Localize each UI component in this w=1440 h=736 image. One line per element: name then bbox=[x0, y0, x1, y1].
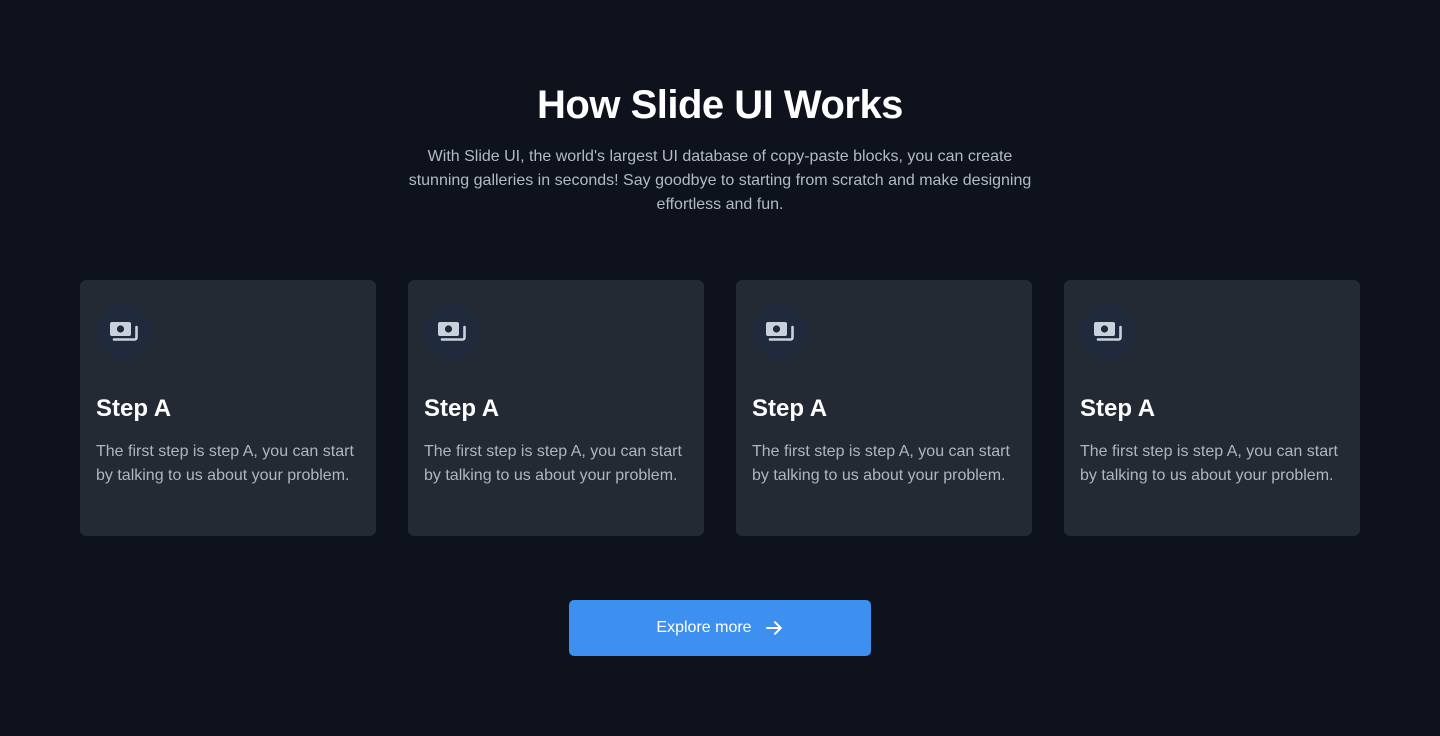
step-card: Step A The first step is step A, you can… bbox=[80, 280, 376, 536]
step-description: The first step is step A, you can start … bbox=[752, 443, 1010, 484]
how-it-works-section: How Slide UI Works With Slide UI, the wo… bbox=[0, 0, 1440, 736]
money-icon bbox=[752, 304, 808, 360]
step-title: Step A bbox=[1080, 395, 1156, 422]
money-icon bbox=[424, 304, 480, 360]
step-title: Step A bbox=[752, 395, 828, 422]
explore-more-button[interactable]: Explore more bbox=[569, 600, 871, 656]
step-title: Step A bbox=[424, 395, 500, 422]
step-description: The first step is step A, you can start … bbox=[1080, 443, 1338, 484]
step-description: The first step is step A, you can start … bbox=[96, 443, 354, 484]
step-card: Step A The first step is step A, you can… bbox=[736, 280, 1032, 536]
step-card: Step A The first step is step A, you can… bbox=[408, 280, 704, 536]
steps-list: Step A The first step is step A, you can… bbox=[80, 280, 1360, 536]
explore-more-label: Explore more bbox=[656, 619, 752, 636]
step-title: Step A bbox=[96, 395, 172, 422]
arrow-right-icon bbox=[764, 618, 784, 638]
section-title: How Slide UI Works bbox=[537, 83, 903, 127]
step-description: The first step is step A, you can start … bbox=[424, 443, 682, 484]
section-subtitle: With Slide UI, the world's largest UI da… bbox=[408, 148, 1032, 213]
money-icon bbox=[1080, 304, 1136, 360]
step-card: Step A The first step is step A, you can… bbox=[1064, 280, 1360, 536]
money-icon bbox=[96, 304, 152, 360]
